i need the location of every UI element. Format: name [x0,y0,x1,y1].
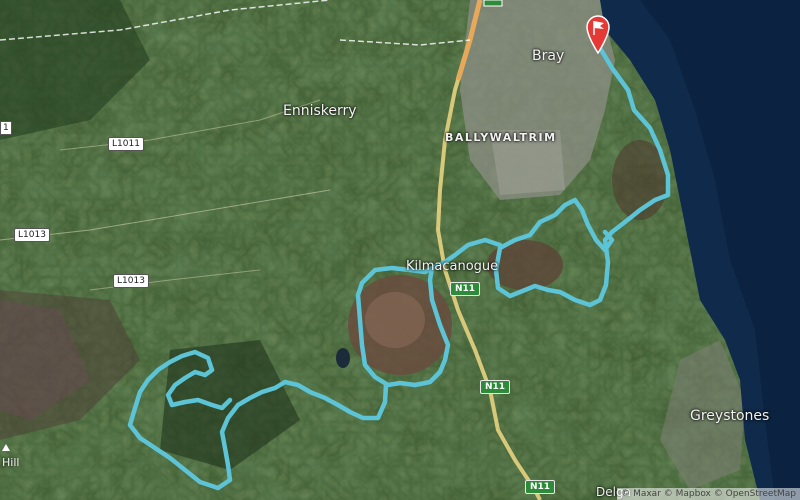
route-line[interactable] [127,45,671,491]
road-shield-l1013: L1013 [14,228,50,242]
place-label-bray: Bray [532,48,565,64]
road-shield-l1011: L1011 [108,137,144,151]
satellite-map[interactable]: Bray Enniskerry BALLYWALTRIM Kilmacanogu… [0,0,800,500]
map-attribution[interactable]: © Maxar © Mapbox © OpenStreetMap [617,488,800,500]
place-label-kilmacanogue: Kilmacanogue [406,259,499,274]
place-label-greystones: Greystones [690,408,770,424]
road-shield-l1013: L1013 [113,274,149,288]
road-shield-n11: N11 [525,480,556,494]
road-shield-edge: 1 [0,121,12,135]
route-layer [127,45,671,491]
place-label-hill: Hill [2,456,20,469]
summit-icon [2,444,10,451]
place-label-enniskerry: Enniskerry [283,103,357,119]
road-shield-n11: N11 [450,282,481,296]
road-shield-n11: N11 [480,380,511,394]
finish-flag-icon[interactable] [585,14,611,54]
place-label-ballywaltrim: BALLYWALTRIM [445,131,557,144]
